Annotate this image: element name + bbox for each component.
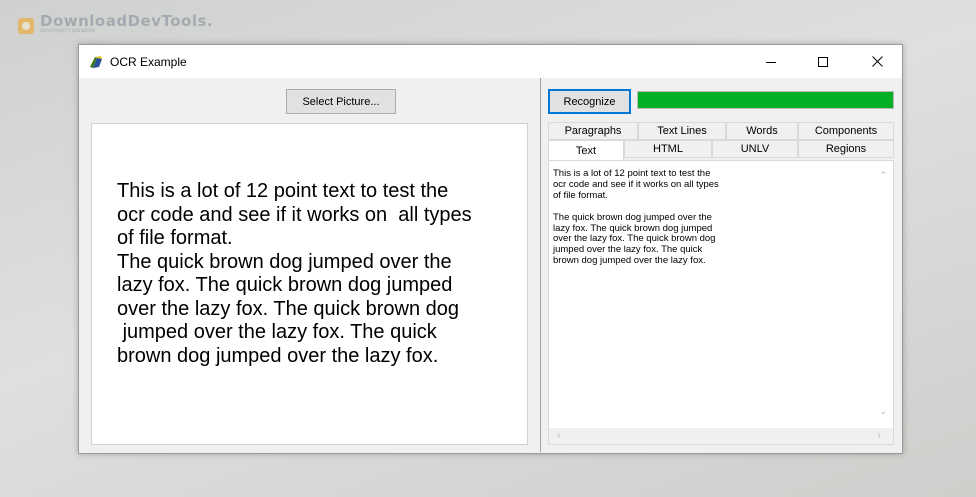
client-area: Select Picture... This is a lot of 12 po… — [79, 78, 902, 453]
tab-paragraphs[interactable]: Paragraphs — [548, 122, 638, 140]
horizontal-scrollbar[interactable]: ‹ › — [549, 428, 893, 444]
progress-fill — [638, 92, 893, 108]
ocr-output-textbox[interactable]: This is a lot of 12 point text to test t… — [548, 160, 894, 445]
pane-splitter[interactable] — [540, 78, 541, 452]
scroll-right-icon[interactable]: › — [878, 430, 881, 441]
ocr-output-text: This is a lot of 12 point text to test t… — [553, 168, 719, 267]
scroll-down-icon[interactable]: ⌄ — [879, 406, 887, 417]
scroll-left-icon[interactable]: ‹ — [557, 430, 560, 441]
maximize-icon — [818, 56, 828, 67]
window-title: OCR Example — [110, 55, 187, 69]
picture-box: This is a lot of 12 point text to test t… — [91, 123, 528, 445]
minimize-button[interactable] — [748, 45, 794, 78]
watermark: DownloadDevTools. developer's paradise — [18, 12, 213, 34]
watermark-logo-icon — [18, 18, 34, 34]
picture-text: This is a lot of 12 point text to test t… — [117, 180, 472, 367]
recognize-button[interactable]: Recognize — [548, 89, 631, 114]
select-picture-button[interactable]: Select Picture... — [286, 89, 396, 114]
close-button[interactable] — [854, 45, 900, 78]
right-pane: Recognize Paragraphs Text Lines Words Co… — [542, 78, 901, 452]
title-bar[interactable]: OCR Example — [79, 45, 902, 78]
progress-bar — [637, 91, 894, 109]
tab-components[interactable]: Components — [798, 122, 894, 140]
tab-strip: Paragraphs Text Lines Words Components T… — [548, 122, 894, 160]
maximize-button[interactable] — [800, 45, 846, 78]
tab-unlv[interactable]: UNLV — [712, 140, 798, 158]
tab-text-lines[interactable]: Text Lines — [638, 122, 726, 140]
tab-words[interactable]: Words — [726, 122, 798, 140]
left-pane: Select Picture... This is a lot of 12 po… — [79, 78, 540, 452]
tab-html[interactable]: HTML — [624, 140, 712, 158]
scroll-up-icon[interactable]: ⌃ — [879, 170, 887, 181]
tab-text[interactable]: Text — [548, 140, 624, 160]
close-icon — [871, 56, 883, 67]
minimize-icon — [766, 61, 776, 63]
tab-regions[interactable]: Regions — [798, 140, 894, 158]
app-icon — [90, 56, 102, 68]
ocr-window: OCR Example Select Picture... This is a … — [78, 44, 903, 454]
